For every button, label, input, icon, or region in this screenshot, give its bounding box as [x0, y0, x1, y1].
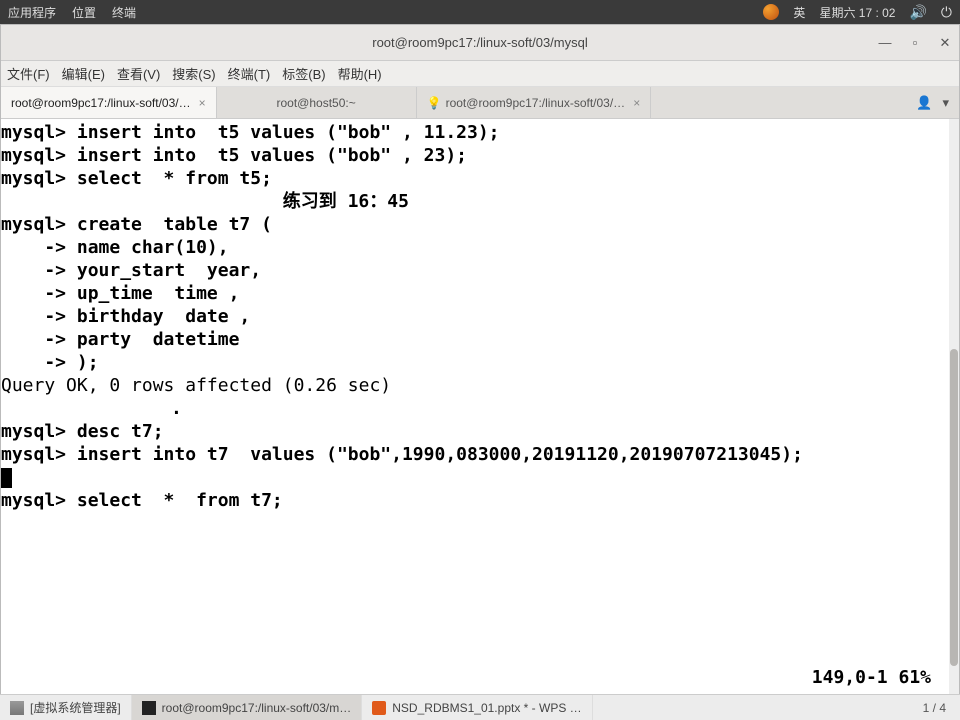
workspace-indicator[interactable]: 1 / 4 [909, 701, 960, 715]
scrollbar-thumb[interactable] [950, 349, 958, 666]
tab-label: root@host50:~ [277, 96, 356, 110]
taskbar-label: [虚拟系统管理器] [30, 699, 121, 716]
terminal-cursor [1, 468, 12, 488]
panel-terminal[interactable]: 终端 [112, 4, 136, 21]
power-icon[interactable]: ⏻ [941, 4, 952, 21]
maximize-button[interactable]: ▫ [907, 35, 923, 51]
terminal-line: Query OK, 0 rows affected (0.26 sec) [1, 374, 959, 397]
tab-label: root@room9pc17:/linux-soft/03/… [446, 96, 626, 110]
menu-search[interactable]: 搜索(S) [172, 64, 215, 83]
wps-icon [372, 701, 386, 715]
window-titlebar[interactable]: root@room9pc17:/linux-soft/03/mysql — ▫ … [1, 25, 959, 61]
terminal-line: -> your_start year, [1, 259, 959, 282]
terminal-line: mysql> create table t7 ( [1, 213, 959, 236]
terminal-scrollbar[interactable] [949, 119, 959, 695]
panel-places[interactable]: 位置 [72, 4, 96, 21]
close-button[interactable]: ✕ [937, 35, 953, 51]
menu-view[interactable]: 查看(V) [117, 64, 160, 83]
taskbar-label: NSD_RDBMS1_01.pptx * - WPS … [392, 701, 581, 715]
terminal-line: -> name char(10), [1, 236, 959, 259]
taskbar-label: root@room9pc17:/linux-soft/03/m… [162, 701, 352, 715]
desktop-top-panel: 应用程序 位置 终端 英 星期六 17 : 02 🔊 ⏻ [0, 0, 960, 24]
tab-label: root@room9pc17:/linux-soft/03/… [11, 96, 191, 110]
vmm-icon [10, 701, 24, 715]
terminal-tab-2[interactable]: 💡 root@room9pc17:/linux-soft/03/… × [417, 87, 652, 118]
menu-tabs[interactable]: 标签(B) [282, 64, 325, 83]
profile-button[interactable]: 👤 [916, 95, 932, 111]
menubar: 文件(F) 编辑(E) 查看(V) 搜索(S) 终端(T) 标签(B) 帮助(H… [1, 61, 959, 87]
terminal-line: 练习到 16：45 [1, 190, 959, 213]
volume-icon[interactable]: 🔊 [909, 4, 926, 21]
notification-icon[interactable] [763, 4, 779, 20]
vim-status-line: 149,0-1 61% [812, 666, 931, 689]
desktop-taskbar: [虚拟系统管理器] root@room9pc17:/linux-soft/03/… [0, 694, 960, 720]
terminal-line: -> ); [1, 351, 959, 374]
menu-terminal[interactable]: 终端(T) [228, 64, 271, 83]
terminal-line: -> up_time time , [1, 282, 959, 305]
terminal-window: root@room9pc17:/linux-soft/03/mysql — ▫ … [0, 24, 960, 694]
terminal-line: mysql> select * from t5; [1, 167, 959, 190]
clock[interactable]: 星期六 17 : 02 [819, 4, 895, 21]
terminal-icon [142, 701, 156, 715]
taskbar-item-terminal[interactable]: root@room9pc17:/linux-soft/03/m… [132, 695, 363, 720]
tab-close-icon[interactable]: × [625, 96, 640, 110]
minimize-button[interactable]: — [877, 35, 893, 51]
input-method-indicator[interactable]: 英 [793, 4, 805, 21]
panel-app-menu[interactable]: 应用程序 [8, 4, 56, 21]
tab-close-icon[interactable]: × [191, 96, 206, 110]
terminal-line: mysql> insert into t5 values ("bob" , 23… [1, 144, 959, 167]
menu-edit[interactable]: 编辑(E) [62, 64, 105, 83]
terminal-tab-1[interactable]: root@host50:~ [217, 87, 417, 118]
taskbar-item-vmm[interactable]: [虚拟系统管理器] [0, 695, 132, 720]
terminal-tab-row: root@room9pc17:/linux-soft/03/… × root@h… [1, 87, 959, 119]
terminal-line [1, 466, 959, 489]
taskbar-item-wps[interactable]: NSD_RDBMS1_01.pptx * - WPS … [362, 695, 592, 720]
terminal-tab-0[interactable]: root@room9pc17:/linux-soft/03/… × [1, 87, 217, 118]
terminal-line: mysql> insert into t7 values ("bob",1990… [1, 443, 959, 466]
terminal-line: mysql> desc t7; [1, 420, 959, 443]
terminal-line: mysql> insert into t5 values ("bob" , 11… [1, 121, 959, 144]
terminal-line: -> birthday date , [1, 305, 959, 328]
window-title: root@room9pc17:/linux-soft/03/mysql [372, 35, 588, 50]
terminal-line: mysql> select * from t7; [1, 489, 959, 512]
menu-file[interactable]: 文件(F) [7, 64, 50, 83]
bulb-icon: 💡 [427, 96, 442, 110]
terminal-line: . [1, 397, 959, 420]
terminal-line: -> party datetime [1, 328, 959, 351]
menu-dropdown-icon[interactable]: ▾ [942, 95, 949, 111]
terminal-viewport[interactable]: mysql> insert into t5 values ("bob" , 11… [1, 119, 959, 695]
menu-help[interactable]: 帮助(H) [338, 64, 382, 83]
